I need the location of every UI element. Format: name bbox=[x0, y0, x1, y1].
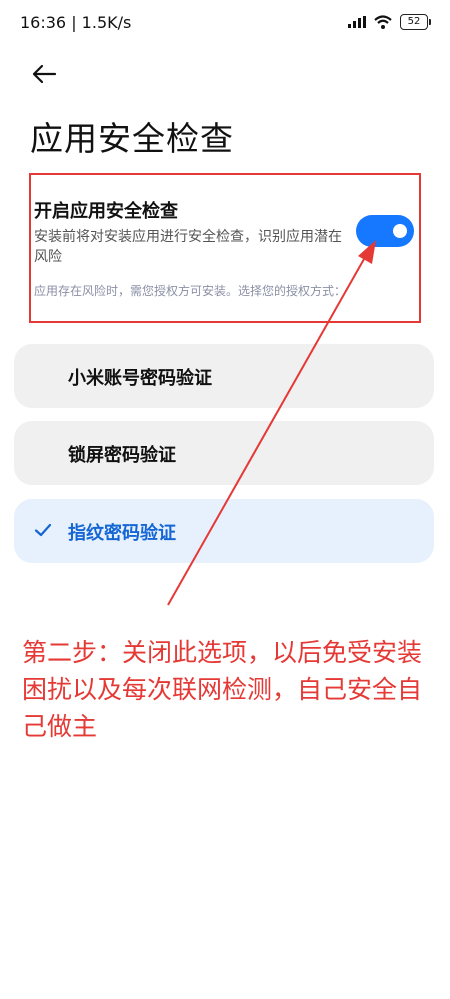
annotation-text: 第二步：关闭此选项，以后免受安装困扰以及每次联网检测，自己安全自己做主 bbox=[22, 638, 423, 741]
signal-icon bbox=[348, 16, 366, 28]
status-icons: 52 bbox=[348, 14, 431, 30]
check-icon bbox=[34, 523, 52, 537]
wifi-icon bbox=[374, 15, 392, 29]
option-fingerprint-password[interactable]: 指纹密码验证 bbox=[14, 499, 434, 563]
auth-method-note: 应用存在风险时，需您授权方可安装。选择您的授权方式： bbox=[34, 284, 347, 298]
page-title: 应用安全检查 bbox=[30, 119, 234, 158]
status-time: 16:36 | 1.5K/s bbox=[20, 13, 132, 32]
back-arrow-icon bbox=[32, 64, 57, 84]
option-mi-account-password[interactable]: 小米账号密码验证 bbox=[14, 344, 434, 408]
back-button[interactable] bbox=[28, 58, 60, 90]
security-check-title: 开启应用安全检查 bbox=[34, 201, 178, 222]
screen: 16:36 | 1.5K/s 52 应用安全检查 开启应用安全检查 安装前将对安… bbox=[0, 0, 450, 999]
battery-icon: 52 bbox=[400, 14, 431, 30]
option-label: 小米账号密码验证 bbox=[68, 368, 212, 389]
toggle-knob bbox=[393, 224, 407, 238]
option-lock-screen-password[interactable]: 锁屏密码验证 bbox=[14, 421, 434, 485]
status-bar: 16:36 | 1.5K/s 52 bbox=[0, 0, 450, 44]
option-label: 锁屏密码验证 bbox=[68, 445, 176, 466]
security-check-toggle[interactable] bbox=[356, 215, 414, 247]
security-check-description: 安装前将对安装应用进行安全检查，识别应用潜在风险 bbox=[34, 229, 342, 265]
option-label: 指纹密码验证 bbox=[68, 523, 176, 544]
